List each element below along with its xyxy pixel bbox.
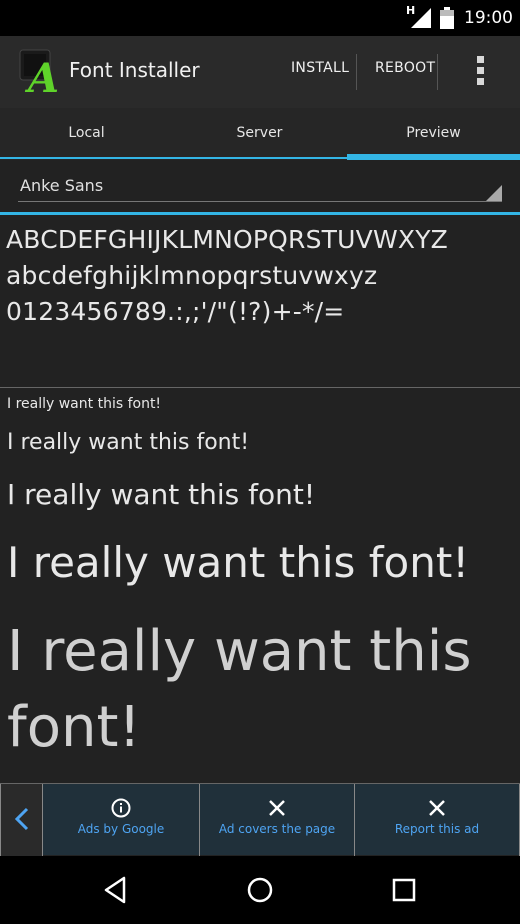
- signal-icon: [411, 8, 431, 28]
- chevron-left-icon: [14, 807, 29, 831]
- font-installer-a-icon: A: [19, 49, 59, 94]
- report-ad-button[interactable]: Report this ad: [355, 784, 520, 856]
- close-icon: [269, 800, 285, 816]
- lowercase-line: abcdefghijklmnopqrstuvwxyz: [6, 261, 378, 290]
- overflow-menu-icon[interactable]: [470, 54, 490, 90]
- ads-by-google-label: Ads by Google: [77, 822, 165, 836]
- reboot-button[interactable]: REBOOT: [375, 60, 435, 76]
- charset-preview: ABCDEFGHIJKLMNOPQRSTUVWXYZ abcdefghijklm…: [6, 222, 516, 330]
- tabs-divider: [0, 157, 520, 159]
- uppercase-line: ABCDEFGHIJKLMNOPQRSTUVWXYZ: [6, 225, 448, 254]
- sample-text-xs: I really want this font!: [7, 396, 162, 412]
- tab-local[interactable]: Local: [0, 108, 173, 160]
- navigation-bar: [0, 856, 520, 924]
- close-icon: [429, 800, 445, 816]
- install-button[interactable]: INSTALL: [291, 60, 349, 76]
- clock: 19:00: [464, 8, 513, 28]
- font-selector-area: Anke Sans: [0, 160, 520, 214]
- app-title: Font Installer: [69, 58, 200, 82]
- report-ad-label: Report this ad: [394, 822, 480, 836]
- font-spinner-value: Anke Sans: [20, 176, 104, 195]
- ad-covers-page-label: Ad covers the page: [218, 822, 336, 836]
- action-divider: [356, 54, 357, 90]
- font-spinner[interactable]: Anke Sans: [18, 172, 502, 202]
- sample-text-m: I really want this font!: [7, 478, 316, 511]
- action-bar: A Font Installer INSTALL REBOOT: [0, 36, 520, 108]
- svg-text:A: A: [24, 55, 59, 94]
- ad-bar: Ads by Google Ad covers the page Report …: [0, 783, 520, 856]
- home-icon[interactable]: [244, 874, 276, 906]
- spinner-arrow-icon: [486, 185, 502, 201]
- recent-apps-icon[interactable]: [388, 874, 420, 906]
- digits-line: 0123456789.:,;'/"(!?)+-*/=: [6, 297, 345, 326]
- preview-divider: [0, 387, 520, 388]
- tab-bar: Local Server Preview: [0, 108, 520, 160]
- tab-server[interactable]: Server: [173, 108, 346, 160]
- ad-covers-page-button[interactable]: Ad covers the page: [200, 784, 355, 856]
- sample-text-l: I really want this font!: [7, 538, 470, 587]
- back-icon[interactable]: [100, 874, 132, 906]
- ads-by-google-button[interactable]: Ads by Google: [43, 784, 200, 856]
- selector-divider: [0, 212, 520, 215]
- battery-icon: [440, 7, 454, 29]
- ad-back-button[interactable]: [0, 784, 43, 856]
- status-bar: H 19:00: [0, 0, 520, 36]
- info-icon: [111, 798, 131, 818]
- tab-preview[interactable]: Preview: [347, 108, 520, 160]
- sample-text-s: I really want this font!: [7, 430, 250, 455]
- sample-text-xl: I really want this font!: [7, 619, 472, 760]
- action-divider: [437, 54, 438, 90]
